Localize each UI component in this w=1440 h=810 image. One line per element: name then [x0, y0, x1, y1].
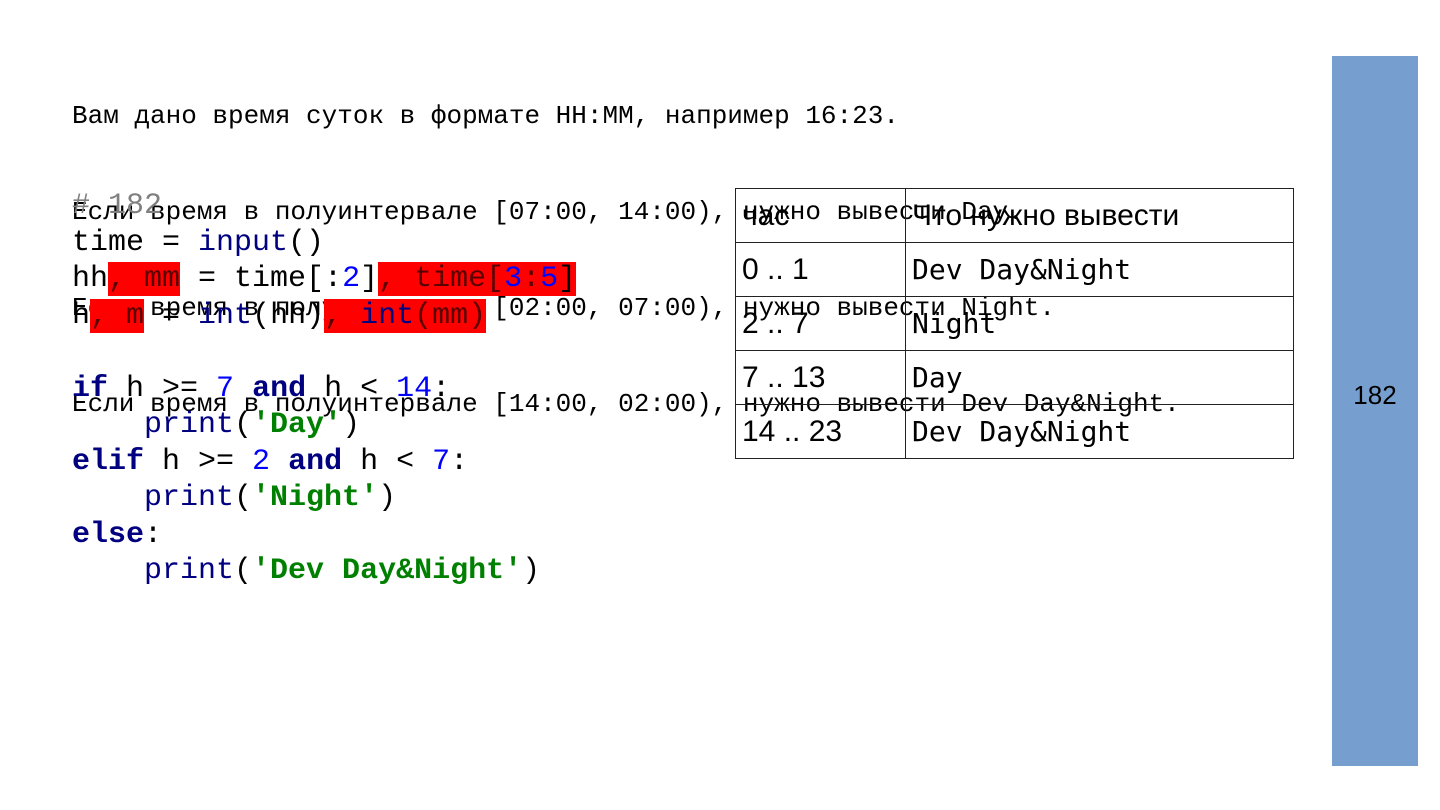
- token: ,: [324, 298, 361, 333]
- keyword: and: [252, 371, 307, 406]
- number: 7: [216, 371, 235, 406]
- builtin-print: print: [144, 481, 235, 515]
- token: time: [72, 225, 145, 260]
- header-cell-output: Что нужно вывести: [905, 188, 1294, 243]
- string: 'Dev Day&Night': [252, 554, 523, 588]
- token: :: [522, 262, 541, 296]
- code-line-input: time = input(): [72, 225, 576, 262]
- builtin-int: int: [198, 298, 253, 333]
- number: 2: [342, 262, 361, 296]
- builtin-input: input: [198, 225, 289, 260]
- token: ]: [558, 262, 577, 296]
- token: hh: [72, 262, 109, 296]
- table-cell-hour: 0 .. 1: [735, 242, 906, 297]
- table-row: 7 .. 13 Day: [735, 350, 1294, 405]
- token: ): [342, 408, 361, 442]
- string: 'Day': [252, 408, 343, 442]
- keyword: else: [72, 517, 145, 552]
- table-cell-hour: 7 .. 13: [735, 350, 906, 405]
- token: :: [144, 517, 163, 552]
- header-cell-hour: час: [735, 188, 906, 243]
- table-cell-output: Dev Day&Night: [905, 242, 1294, 297]
- token: :: [432, 371, 451, 406]
- table-row: 0 .. 1 Dev Day&Night: [735, 242, 1294, 297]
- token: h <: [342, 444, 433, 479]
- highlight-segment: , int(mm): [324, 298, 487, 333]
- code-line-int: h, m = int(hh), int(mm): [72, 298, 576, 335]
- token: (): [288, 225, 325, 260]
- code-line-if: if h >= 7 and h < 14:: [72, 371, 576, 408]
- code-block: # 182 time = input() hh, mm = time[:2], …: [72, 188, 577, 590]
- keyword: elif: [72, 444, 145, 479]
- token: h >=: [108, 371, 217, 406]
- token: =: [144, 225, 199, 260]
- table-cell-output: Night: [905, 296, 1294, 351]
- highlight-segment: , m: [90, 298, 145, 333]
- token: = time[:: [180, 262, 343, 296]
- token: , time[: [378, 262, 505, 296]
- code-line-print-daynight: print('Dev Day&Night'): [72, 553, 576, 590]
- highlight-segment: , time[3:5]: [378, 262, 577, 296]
- token: (hh): [252, 298, 325, 333]
- token: ): [522, 554, 541, 588]
- token: (: [234, 554, 253, 588]
- token: h <: [306, 371, 397, 406]
- token: h: [72, 298, 91, 333]
- code-line-else: else:: [72, 517, 576, 554]
- token: h >=: [144, 444, 253, 479]
- table-cell-hour: 14 .. 23: [735, 404, 906, 459]
- keyword: and: [288, 444, 343, 479]
- string: 'Night': [252, 481, 379, 515]
- table-row: 14 .. 23 Dev Day&Night: [735, 404, 1294, 459]
- number: 2: [252, 444, 271, 479]
- number: 7: [432, 444, 451, 479]
- token: :: [450, 444, 469, 479]
- code-line-print-night: print('Night'): [72, 480, 576, 517]
- task-line: Вам дано время суток в формате HH:MM, на…: [72, 101, 899, 131]
- builtin-print: print: [144, 554, 235, 588]
- code-line-comment: # 182: [72, 188, 576, 225]
- token: ): [378, 481, 397, 515]
- keyword: if: [72, 371, 109, 406]
- number: 14: [396, 371, 433, 406]
- token: (: [234, 408, 253, 442]
- number: 3: [504, 262, 523, 296]
- highlight-segment: , mm: [108, 262, 181, 296]
- table-cell-output: Day: [905, 350, 1294, 405]
- token: =: [144, 298, 199, 333]
- code-line-slice: hh, mm = time[:2], time[3:5]: [72, 261, 577, 298]
- table-row: 2 .. 7 Night: [735, 296, 1294, 351]
- slide-number-bar: 182: [1332, 56, 1418, 766]
- table-header-row: час Что нужно вывести: [735, 188, 1294, 243]
- table-cell-output: Dev Day&Night: [905, 404, 1294, 459]
- builtin-int: int: [360, 298, 415, 333]
- code-line-elif: elif h >= 2 and h < 7:: [72, 444, 576, 481]
- table-cell-hour: 2 .. 7: [735, 296, 906, 351]
- slide-number: 182: [1353, 379, 1397, 410]
- number: 5: [540, 262, 559, 296]
- token: (mm): [414, 298, 487, 333]
- hours-table: час Что нужно вывести 0 .. 1 Dev Day&Nig…: [735, 188, 1294, 459]
- token: ]: [360, 262, 379, 296]
- builtin-print: print: [144, 408, 235, 442]
- code-line-print-day: print('Day'): [72, 407, 576, 444]
- token: (: [234, 481, 253, 515]
- comment: # 182: [72, 189, 163, 223]
